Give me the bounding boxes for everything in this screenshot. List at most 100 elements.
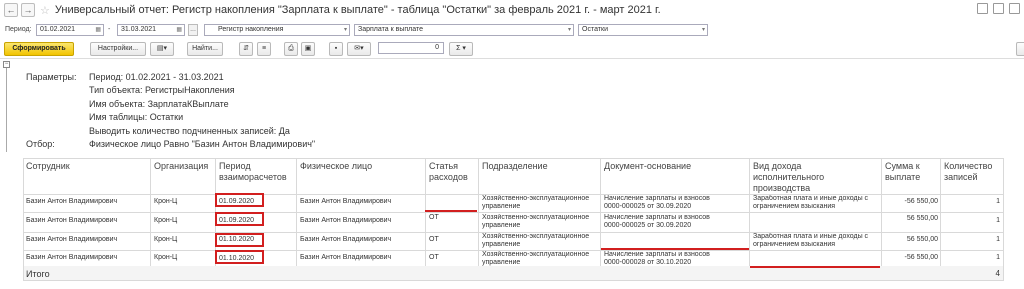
cell-employee: Базин Антон Владимирович — [26, 254, 118, 261]
params-label: Параметры: — [26, 72, 77, 82]
find-button[interactable]: Найти... — [187, 42, 223, 56]
total-count: 4 — [995, 270, 1000, 278]
floppy-icon: ▪ — [334, 45, 338, 52]
cell-organization: Крон-Ц — [154, 236, 178, 243]
col-divider — [478, 158, 479, 266]
copy-icon[interactable] — [1009, 3, 1020, 14]
highlight-underline — [601, 248, 749, 250]
col-divider — [940, 158, 941, 266]
col-divider — [425, 158, 426, 266]
window-controls — [977, 3, 1020, 14]
filter-value: Физическое лицо Равно "Базин Антон Влади… — [89, 139, 316, 149]
param-object-type: Тип объекта: РегистрыНакопления — [89, 85, 235, 95]
highlight-box — [215, 212, 264, 226]
generate-button[interactable]: Сформировать — [4, 42, 74, 56]
chevron-down-icon[interactable]: ▾ — [702, 25, 705, 35]
param-show-count: Выводить количество подчиненных записей:… — [89, 126, 290, 136]
print-button[interactable]: ⎙ — [284, 42, 298, 56]
collapse-groups-button[interactable]: ≡ — [257, 42, 271, 56]
col-divider — [23, 158, 24, 280]
param-object-name: Имя объекта: ЗарплатаКВыплате — [89, 99, 229, 109]
col-header-employee: Сотрудник — [26, 161, 70, 171]
total-label: Итого — [26, 269, 50, 279]
chevron-down-icon[interactable]: ▾ — [568, 25, 571, 35]
table-bottom-border — [23, 280, 1004, 281]
title-bar: ← → ☆ Универсальный отчет: Регистр накоп… — [0, 0, 1024, 20]
period-label: Период: — [5, 26, 32, 33]
cell-document: Начисление зарплаты и взносов 0000-000028… — [604, 251, 710, 266]
cell-amount: 56 550,00 — [906, 236, 938, 243]
col-header-organization: Организация — [154, 161, 209, 171]
highlight-box — [215, 233, 264, 247]
cell-count: 1 — [996, 217, 1000, 224]
sum-value-field[interactable]: 0 — [378, 42, 444, 54]
preview-button[interactable]: ▣ — [301, 42, 315, 56]
chevron-down-icon: ▾ — [460, 45, 466, 52]
cell-employee: Базин Антон Владимирович — [26, 198, 118, 205]
cell-amount: 56 550,00 — [906, 215, 938, 222]
highlight-box — [215, 250, 264, 264]
more-button[interactable] — [1016, 42, 1024, 56]
col-header-article: Статья расходов — [429, 161, 468, 182]
collapse-toggle[interactable]: − — [3, 61, 10, 68]
send-menu-button[interactable]: ✉▾ — [347, 42, 371, 56]
period-to-field[interactable]: 31.03.2021 ▦ — [117, 24, 185, 36]
printer-icon: ⎙ — [288, 45, 294, 52]
cell-article: ОТ — [429, 214, 439, 221]
cell-income: Заработная плата и иные доходы с ограниче… — [753, 195, 869, 210]
expand-icon: ⇵ — [243, 45, 249, 52]
cell-count: 1 — [996, 236, 1000, 243]
row-divider — [23, 212, 1004, 213]
col-divider — [749, 158, 750, 266]
cell-count: 1 — [996, 198, 1000, 205]
cell-article: ОТ — [429, 254, 439, 261]
save-button[interactable]: ▪ — [329, 42, 343, 56]
forward-button[interactable]: → — [21, 3, 35, 17]
expand-groups-button[interactable]: ⇵ — [239, 42, 253, 56]
variant-menu-button[interactable]: ▤▾ — [150, 42, 174, 56]
cell-count: 1 — [996, 254, 1000, 261]
favorite-star-icon[interactable]: ☆ — [40, 4, 50, 17]
param-table-name: Имя таблицы: Остатки — [89, 112, 184, 122]
preview-icon: ▣ — [304, 45, 312, 52]
param-period: Период: 01.02.2021 - 31.03.2021 — [89, 72, 224, 82]
col-divider — [150, 158, 151, 266]
filter-label: Отбор: — [26, 139, 55, 149]
cell-department: Хозяйственно-эксплуатационное управление — [482, 233, 590, 248]
highlight-underline — [750, 266, 880, 268]
col-header-document: Документ-основание — [604, 161, 692, 171]
col-header-person: Физическое лицо — [300, 161, 373, 171]
col-header-period: Период взаиморасчетов — [219, 161, 287, 182]
period-from-field[interactable]: 01.02.2021 ▦ — [36, 24, 104, 36]
period-bar: Период: 01.02.2021 ▦ - 31.03.2021 ▦ ... Ре… — [0, 24, 1024, 38]
settings-button[interactable]: Настройки... — [90, 42, 146, 56]
print-icon[interactable] — [993, 3, 1004, 14]
cell-employee: Базин Антон Владимирович — [26, 217, 118, 224]
cell-organization: Крон-Ц — [154, 254, 178, 261]
object-name-select[interactable]: Зарплата к выплате ▾ — [354, 24, 574, 36]
col-divider — [881, 158, 882, 266]
calendar-icon[interactable]: ▦ — [176, 25, 182, 35]
envelope-icon: ✉▾ — [354, 45, 364, 52]
arrow-right-icon: → — [23, 5, 33, 15]
collapse-icon: ≡ — [261, 45, 267, 52]
cell-organization: Крон-Ц — [154, 217, 178, 224]
chevron-down-icon[interactable]: ▾ — [344, 25, 347, 35]
cell-person: Базин Антон Владимирович — [300, 236, 392, 243]
period-select-button[interactable]: ... — [188, 24, 198, 36]
table-top-border — [23, 158, 1004, 159]
save-icon[interactable] — [977, 3, 988, 14]
col-divider — [1003, 158, 1004, 280]
cell-person: Базин Антон Владимирович — [300, 254, 392, 261]
cell-document: Начисление зарплаты и взносов 0000-000025… — [604, 195, 710, 210]
sum-menu-button[interactable]: Σ ▾ — [449, 42, 473, 56]
col-header-amount: Сумма к выплате — [885, 161, 921, 182]
back-button[interactable]: ← — [4, 3, 18, 17]
object-type-select[interactable]: Регистр накопления ▾ — [204, 24, 350, 36]
cell-person: Базин Антон Владимирович — [300, 198, 392, 205]
col-header-count: Количество записей — [944, 161, 993, 182]
cell-department: Хозяйственно-эксплуатационное управление — [482, 214, 590, 229]
table-name-select[interactable]: Остатки ▾ — [578, 24, 708, 36]
cell-employee: Базин Антон Владимирович — [26, 236, 118, 243]
calendar-icon[interactable]: ▦ — [95, 25, 101, 35]
